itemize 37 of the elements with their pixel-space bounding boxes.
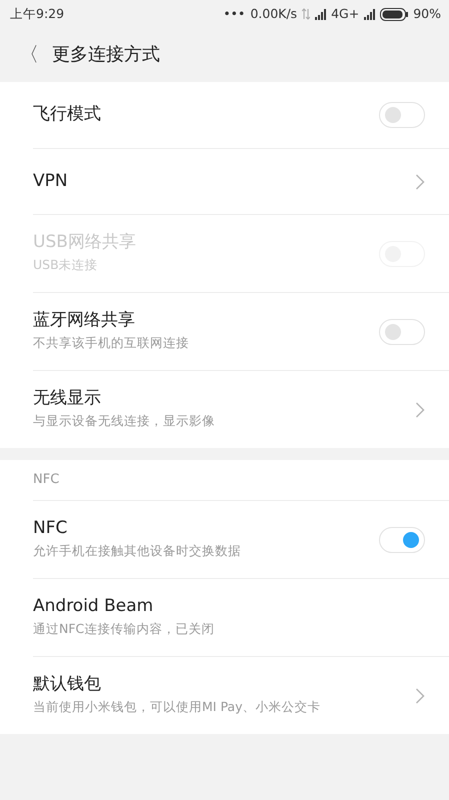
signal-icon bbox=[364, 8, 376, 20]
settings-row[interactable]: VPN bbox=[33, 148, 449, 214]
clock-text: 上午9:29 bbox=[10, 4, 64, 23]
setting-title: 无线显示 bbox=[33, 388, 102, 410]
setting-description: 当前使用小米钱包，可以使用MI Pay、小米公交卡 bbox=[33, 698, 322, 716]
section-heading: NFC bbox=[33, 471, 60, 490]
settings-row[interactable]: 飞行模式 bbox=[33, 82, 449, 148]
toggle-switch[interactable] bbox=[379, 102, 425, 128]
speed-text: 0.00K/s bbox=[250, 4, 298, 23]
setting-description: 通过NFC连接传输内容，已关闭 bbox=[33, 620, 216, 638]
page-title: 更多连接方式 bbox=[52, 42, 160, 66]
setting-description: 与显示设备无线连接，显示影像 bbox=[33, 412, 216, 430]
dots-text: ••• bbox=[223, 4, 246, 23]
signal-icon bbox=[315, 8, 326, 20]
setting-title: VPN bbox=[33, 170, 69, 192]
setting-description: 不共享该手机的互联网连接 bbox=[33, 334, 190, 352]
settings-row[interactable]: 蓝牙网络共享 不共享该手机的互联网连接 bbox=[33, 292, 449, 370]
chevron-right-icon bbox=[415, 402, 425, 418]
network-text: 4G+ bbox=[331, 4, 360, 23]
back-button[interactable]: 〈 bbox=[18, 44, 40, 64]
toggle-switch[interactable] bbox=[379, 318, 425, 344]
chevron-right-icon bbox=[415, 174, 425, 190]
setting-title: NFC bbox=[33, 518, 68, 540]
setting-title: Android Beam bbox=[33, 596, 154, 618]
setting-description: 允许手机在接触其他设备时交换数据 bbox=[33, 542, 242, 560]
settings-row[interactable]: NFC 允许手机在接触其他设备时交换数据 bbox=[33, 500, 449, 578]
data-arrows-icon bbox=[302, 8, 310, 20]
toggle-switch[interactable] bbox=[379, 526, 425, 552]
settings-row[interactable]: 无线显示 与显示设备无线连接，显示影像 bbox=[33, 370, 449, 448]
settings-row[interactable]: Android Beam 通过NFC连接传输内容，已关闭 bbox=[33, 578, 449, 656]
chevron-right-icon bbox=[415, 688, 425, 704]
setting-title: 飞行模式 bbox=[33, 104, 102, 126]
battery-icon bbox=[380, 8, 408, 20]
setting-title: 默认钱包 bbox=[33, 674, 102, 696]
setting-title: 蓝牙网络共享 bbox=[33, 310, 136, 332]
battery-text: 90% bbox=[413, 4, 441, 23]
settings-row[interactable]: 默认钱包 当前使用小米钱包，可以使用MI Pay、小米公交卡 bbox=[33, 656, 449, 734]
